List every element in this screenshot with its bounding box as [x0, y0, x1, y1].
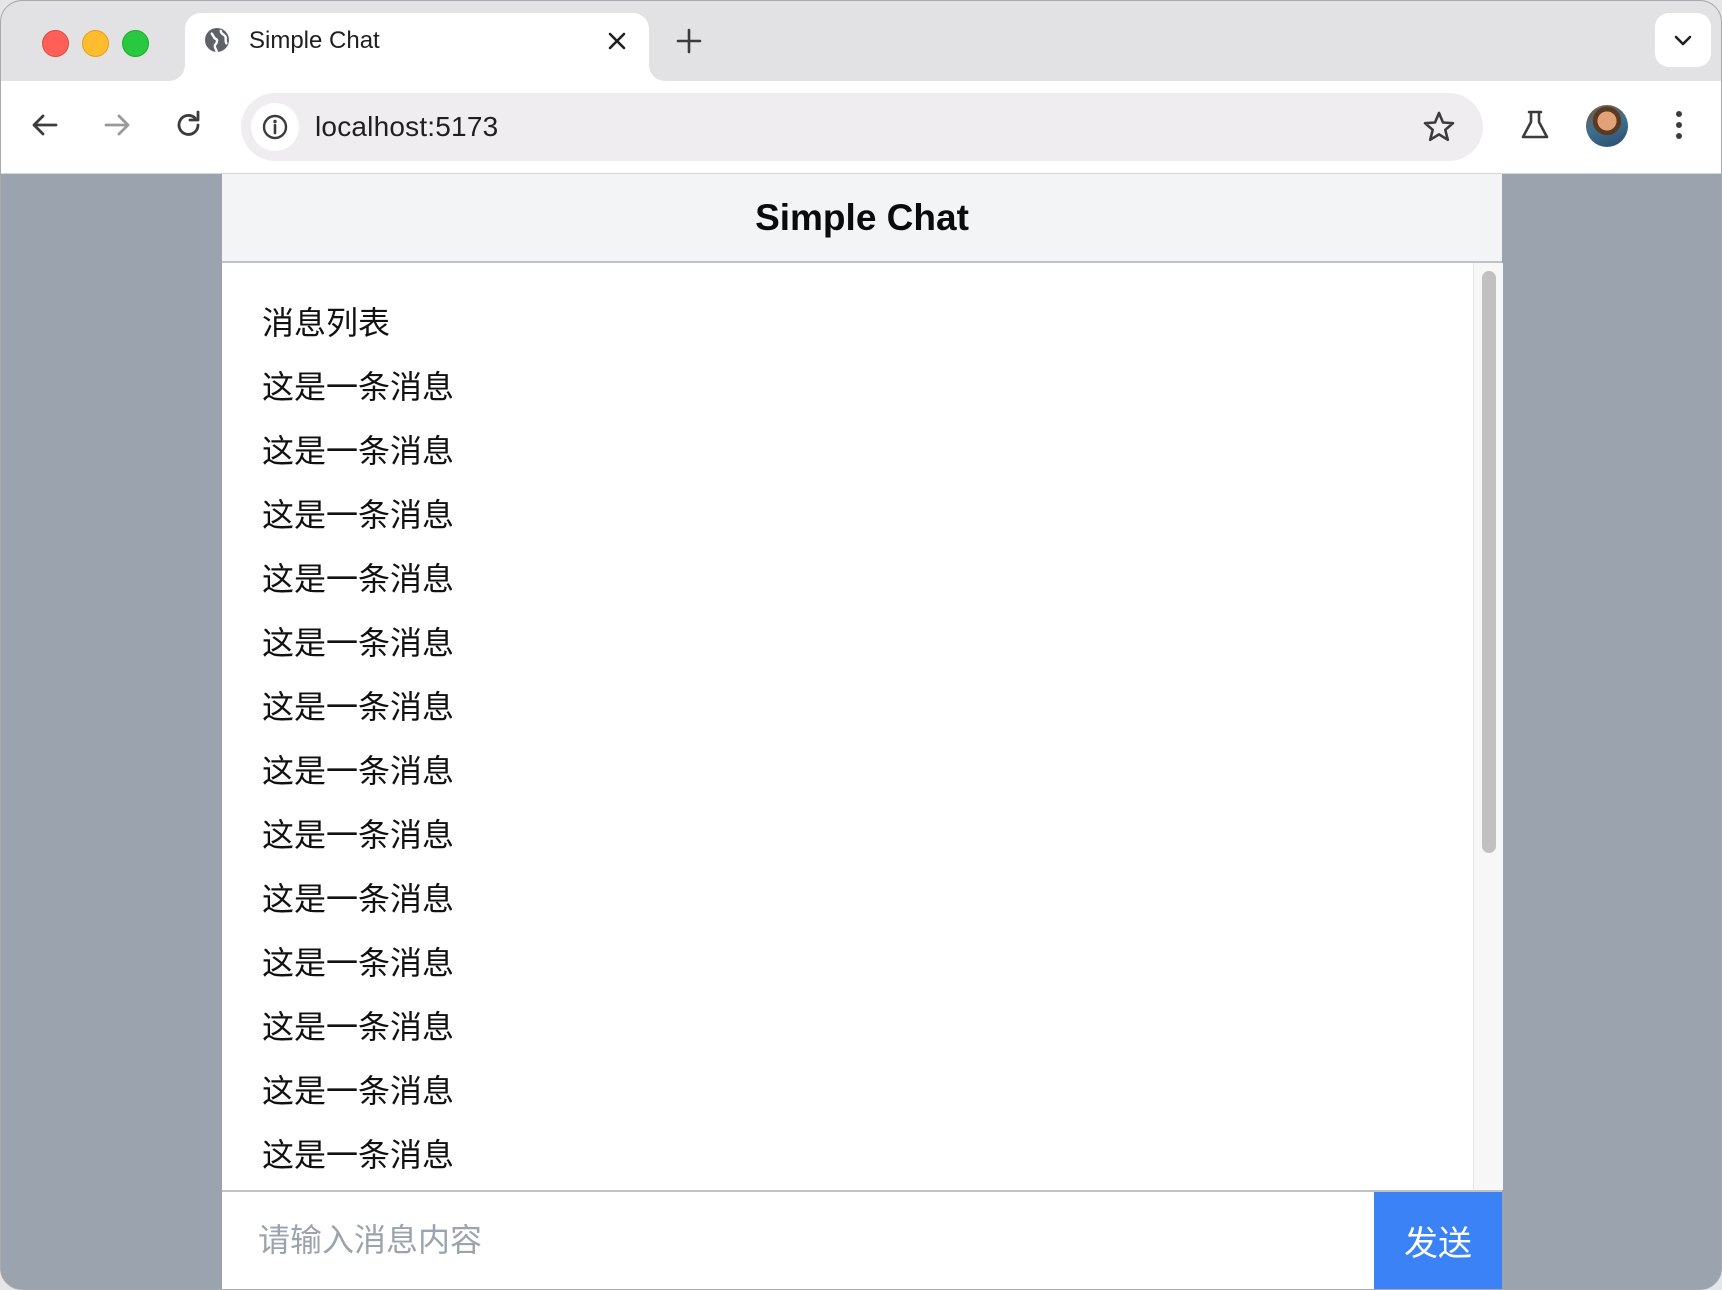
kebab-menu-icon[interactable] [1659, 105, 1699, 145]
tab-search-button[interactable] [1655, 13, 1711, 67]
reload-icon[interactable] [169, 105, 209, 145]
plus-icon[interactable] [673, 25, 705, 57]
message-item: 这是一条消息 [262, 1009, 455, 1045]
message-item: 这是一条消息 [262, 753, 455, 789]
maximize-window-button[interactable] [122, 30, 149, 57]
minimize-window-button[interactable] [82, 30, 109, 57]
message-item: 这是一条消息 [262, 369, 455, 405]
message-item: 这是一条消息 [262, 625, 455, 661]
message-list: 这是一条消息 这是一条消息 这是一条消息 这是一条消息 这是一条消息 这是一条消… [262, 367, 454, 1190]
chevron-down-icon [1674, 35, 1692, 46]
star-icon[interactable] [1421, 109, 1457, 145]
tab-title: Simple Chat [249, 27, 380, 54]
app-header: Simple Chat [222, 174, 1502, 263]
browser-toolbar: localhost:5173 [1, 81, 1721, 174]
message-area[interactable]: 消息列表 这是一条消息 这是一条消息 这是一条消息 这是一条消息 这是一条消息 … [222, 263, 1473, 1190]
message-input[interactable] [222, 1192, 1374, 1289]
message-scrollbar[interactable] [1473, 263, 1503, 1190]
message-item: 这是一条消息 [262, 689, 455, 725]
chat-app: Simple Chat 消息列表 这是一条消息 这是一条消息 这是一条消息 这是… [222, 174, 1503, 1289]
message-composer: 发送 [222, 1190, 1502, 1289]
url-text[interactable]: localhost:5173 [315, 111, 498, 143]
message-item: 这是一条消息 [262, 497, 455, 533]
message-item: 这是一条消息 [262, 1073, 455, 1109]
globe-icon [203, 26, 231, 54]
address-bar[interactable]: localhost:5173 [241, 93, 1483, 161]
scrollbar-thumb[interactable] [1482, 271, 1496, 853]
page-title: Simple Chat [755, 197, 969, 238]
message-item: 这是一条消息 [262, 945, 455, 981]
close-window-button[interactable] [42, 30, 69, 57]
send-button[interactable]: 发送 [1374, 1192, 1502, 1289]
back-arrow-icon[interactable] [25, 105, 65, 145]
message-item: 这是一条消息 [262, 1137, 455, 1173]
message-item: 这是一条消息 [262, 881, 455, 917]
info-icon[interactable] [251, 103, 299, 151]
forward-arrow-icon[interactable] [97, 105, 137, 145]
message-item: 这是一条消息 [262, 433, 455, 469]
page-viewport: Simple Chat 消息列表 这是一条消息 这是一条消息 这是一条消息 这是… [1, 174, 1721, 1289]
message-item: 这是一条消息 [262, 817, 455, 853]
tab-strip: Simple Chat [1, 1, 1721, 81]
messages-heading: 消息列表 [262, 305, 391, 341]
flask-icon[interactable] [1515, 105, 1555, 145]
browser-tab-active[interactable]: Simple Chat [185, 13, 649, 81]
profile-avatar[interactable] [1586, 105, 1628, 147]
message-item: 这是一条消息 [262, 561, 455, 597]
close-icon[interactable] [603, 27, 631, 55]
browser-window: Simple Chat localhost:5173 Simple Chat 消… [0, 0, 1722, 1290]
